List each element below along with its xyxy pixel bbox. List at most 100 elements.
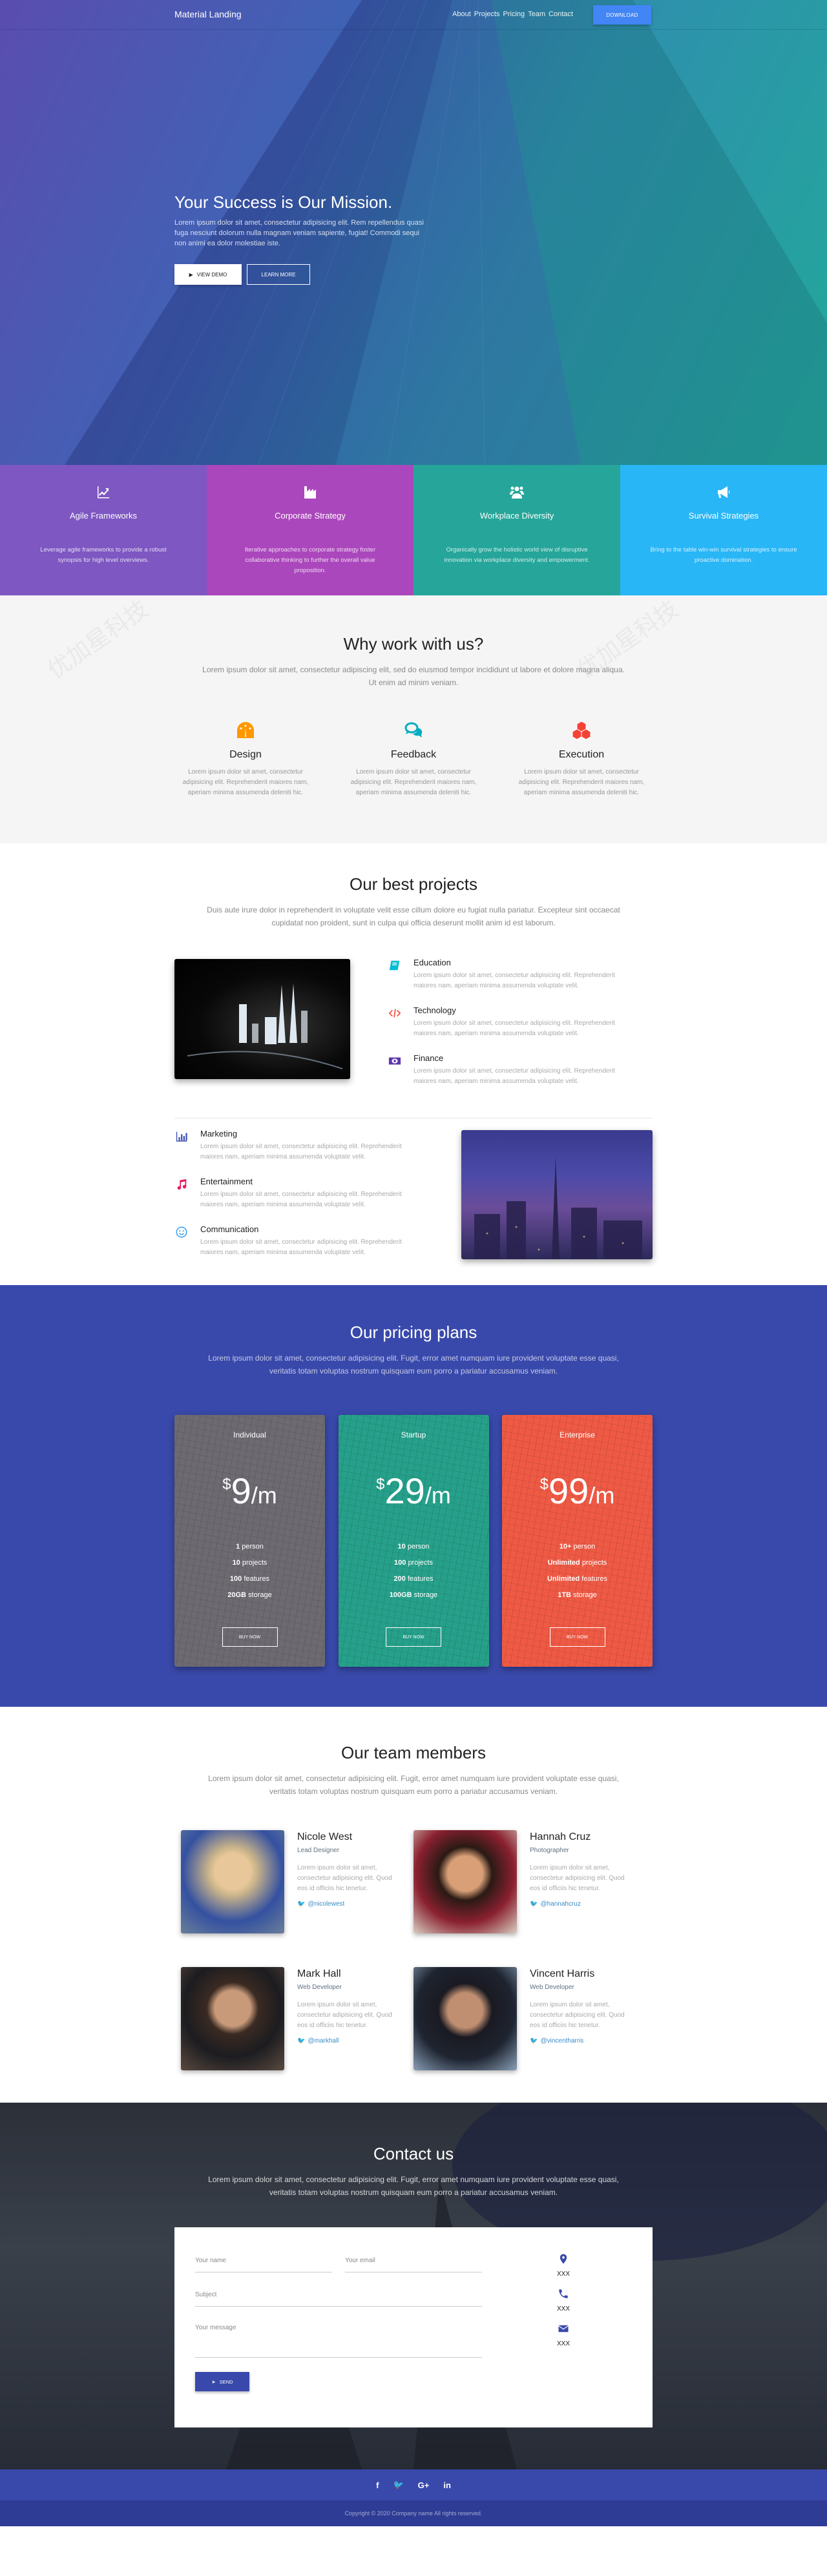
- twitter-icon: 🐦: [297, 2037, 306, 2045]
- plan-card-enterprise: Enterprise $ 99 /m 10+ person Unlimited …: [502, 1415, 653, 1667]
- view-demo-button[interactable]: ▶ VIEW DEMO: [174, 264, 242, 285]
- section-title: Our pricing plans: [350, 1323, 477, 1342]
- copyright: Copyright © 2020 Company name All rights…: [0, 2500, 827, 2526]
- project-item-education: Education Lorem ipsum dolor sit amet, con…: [388, 958, 653, 991]
- project-item-text: Lorem ipsum dolor sit amet, consectetur …: [200, 1239, 402, 1256]
- project-item-finance: Finance Lorem ipsum dolor sit amet, conse…: [388, 1053, 653, 1087]
- nav-link-team[interactable]: Team: [528, 10, 545, 18]
- project-feature-list: Marketing Lorem ipsum dolor sit amet, con…: [174, 1129, 439, 1272]
- project-item-text: Lorem ipsum dolor sit amet, consectetur …: [200, 1143, 402, 1160]
- why-section: 优加星科技 优加星科技 Why work with us? Lorem ipsu…: [0, 595, 827, 843]
- member-bio: Lorem ipsum dolor sit amet, consectetur …: [297, 1864, 392, 1892]
- feature-agile-frameworks: Agile Frameworks Leverage agile framewor…: [0, 465, 207, 595]
- map-marker-icon: [560, 2254, 567, 2264]
- buy-now-button[interactable]: BUY NOW: [386, 1627, 441, 1647]
- learn-more-button[interactable]: LEARN MORE: [247, 264, 310, 285]
- buy-now-button[interactable]: BUY NOW: [549, 1627, 605, 1647]
- paper-plane-icon: ➤: [211, 2378, 216, 2385]
- plan-amount: 9: [231, 1470, 251, 1511]
- project-item-text: Lorem ipsum dolor sit amet, consectetur …: [414, 972, 615, 989]
- plan-feature: 1TB storage: [558, 1591, 597, 1599]
- project-item-title: Technology: [414, 1005, 456, 1015]
- why-item-feedback: Feedback Lorem ipsum dolor sit amet, con…: [342, 720, 485, 798]
- brand-logo[interactable]: Material Landing: [174, 9, 242, 19]
- section-title: Our best projects: [350, 874, 477, 894]
- contact-section: Contact us Lorem ipsum dolor sit amet, c…: [0, 2103, 827, 2469]
- feature-survival-strategies: Survival Strategies Bring to the table w…: [620, 465, 827, 595]
- megaphone-icon: [718, 486, 730, 498]
- send-button[interactable]: ➤ SEND: [195, 2372, 249, 2391]
- member-role: Web Developer: [530, 1984, 574, 1991]
- member-twitter-link[interactable]: 🐦 @nicolewest: [297, 1901, 401, 1908]
- member-twitter-link[interactable]: 🐦 @vincentharris: [530, 2037, 633, 2045]
- feature-text: Leverage agile frameworks to provide a r…: [40, 546, 167, 564]
- section-subtitle: Duis aute irure dolor in reprehenderit i…: [207, 905, 620, 927]
- name-field[interactable]: Your name: [195, 2257, 332, 2272]
- why-item-text: Lorem ipsum dolor sit amet, consectetur …: [350, 768, 477, 796]
- play-icon: ▶: [189, 271, 193, 278]
- facebook-icon[interactable]: f: [376, 2480, 379, 2490]
- why-item-title: Design: [229, 749, 262, 760]
- cubes-icon: [572, 721, 591, 740]
- projects-row-2: Marketing Lorem ipsum dolor sit amet, con…: [174, 1129, 653, 1272]
- plan-feature: 1 person: [236, 1543, 264, 1551]
- plan-feature: Unlimited projects: [547, 1559, 607, 1567]
- music-icon: [177, 1179, 187, 1190]
- team-member-card: Hannah Cruz Photographer Lorem ipsum dol…: [414, 1830, 646, 1933]
- section-title: Why work with us?: [343, 634, 484, 654]
- member-twitter-link[interactable]: 🐦 @markhall: [297, 2037, 401, 2045]
- plan-price: $ 99 /m: [502, 1473, 653, 1509]
- member-photo: [181, 1967, 284, 2070]
- phone-icon: [559, 2289, 568, 2298]
- project-item-title: Finance: [414, 1053, 444, 1063]
- feature-text: Iterative approaches to corporate strate…: [244, 546, 376, 574]
- twitter-icon: 🐦: [530, 1901, 538, 1908]
- project-item-text: Lorem ipsum dolor sit amet, consectetur …: [200, 1191, 402, 1208]
- factory-icon: [304, 486, 316, 499]
- section-title: Our team members: [341, 1743, 486, 1762]
- contact-form-card: Your name Your email Subject Your messag…: [174, 2227, 653, 2427]
- member-bio: Lorem ipsum dolor sit amet, consectetur …: [297, 2001, 392, 2029]
- plan-price: $ 29 /m: [339, 1473, 489, 1509]
- nav-link-about[interactable]: About: [452, 10, 471, 18]
- nav-link-projects[interactable]: Projects: [474, 10, 500, 18]
- member-bio: Lorem ipsum dolor sit amet, consectetur …: [530, 2001, 625, 2029]
- plan-card-individual: Individual $ 9 /m 1 person 10 projects 1…: [174, 1415, 325, 1667]
- member-twitter-link[interactable]: 🐦 @hannahcruz: [530, 1901, 633, 1908]
- message-field[interactable]: Your message: [195, 2324, 482, 2358]
- member-role: Web Developer: [297, 1984, 342, 1991]
- plan-currency: $: [222, 1476, 231, 1493]
- why-item-execution: Execution Lorem ipsum dolor sit amet, co…: [510, 720, 653, 798]
- project-item-marketing: Marketing Lorem ipsum dolor sit amet, con…: [174, 1129, 439, 1162]
- plan-feature: 20GB storage: [227, 1591, 272, 1599]
- member-photo: [181, 1830, 284, 1933]
- section-subtitle: Lorem ipsum dolor sit amet, consectetur …: [202, 665, 625, 687]
- feature-workplace-diversity: Workplace Diversity Organically grow the…: [414, 465, 620, 595]
- google-plus-icon[interactable]: G+: [418, 2480, 430, 2490]
- plan-feature: 200 features: [393, 1575, 434, 1583]
- member-name: Vincent Harris: [530, 1968, 595, 1979]
- member-role: Photographer: [530, 1847, 569, 1854]
- plan-price: $ 9 /m: [174, 1473, 325, 1509]
- project-item-text: Lorem ipsum dolor sit amet, consectetur …: [414, 1067, 615, 1085]
- feature-text: Organically grow the holistic world view…: [444, 546, 590, 564]
- envelope-icon: [558, 2325, 569, 2333]
- linkedin-icon[interactable]: in: [443, 2480, 451, 2490]
- plan-feature: 10 projects: [232, 1559, 267, 1567]
- email-field[interactable]: Your email: [345, 2257, 482, 2272]
- plan-name: Startup: [401, 1430, 426, 1439]
- buy-now-button[interactable]: BUY NOW: [222, 1627, 278, 1647]
- nav-link-pricing[interactable]: Pricing: [503, 10, 525, 18]
- download-button[interactable]: DOWNLOAD: [593, 5, 651, 25]
- feature-text: Bring to the table win-win survival stra…: [650, 546, 797, 564]
- nav-link-contact[interactable]: Contact: [549, 10, 573, 18]
- feature-title: Corporate Strategy: [275, 511, 346, 520]
- project-item-text: Lorem ipsum dolor sit amet, consectetur …: [414, 1020, 615, 1037]
- speedometer-icon: [237, 722, 254, 738]
- feature-title: Agile Frameworks: [69, 511, 138, 520]
- subject-field[interactable]: Subject: [195, 2291, 482, 2307]
- twitter-icon: 🐦: [530, 2037, 538, 2045]
- twitter-icon[interactable]: 🐦: [393, 2480, 403, 2490]
- twitter-icon: 🐦: [297, 1901, 306, 1908]
- member-photo: [414, 1830, 517, 1933]
